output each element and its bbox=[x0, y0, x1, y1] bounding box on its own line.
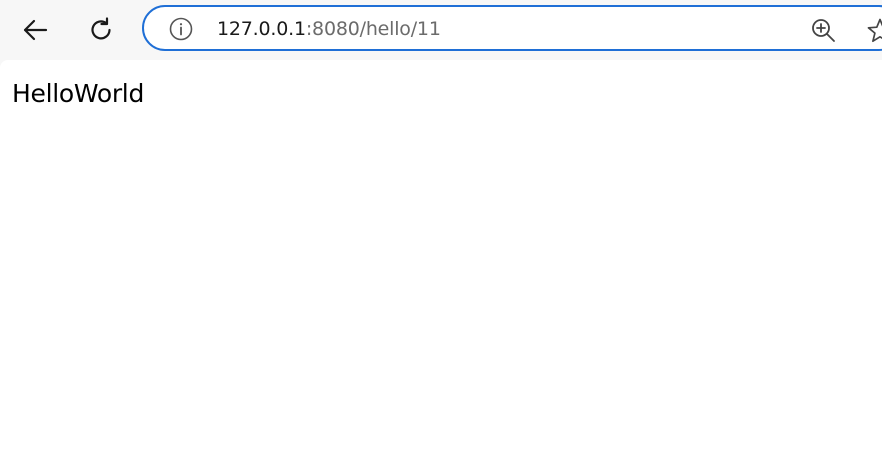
zoom-in-icon[interactable] bbox=[810, 17, 836, 43]
address-bar[interactable]: 127.0.0.1:8080/hello/11 bbox=[142, 5, 882, 51]
url-path: :8080/hello/11 bbox=[305, 18, 441, 40]
reload-button[interactable] bbox=[82, 11, 120, 49]
page-content: HelloWorld bbox=[0, 60, 882, 465]
arrow-left-icon bbox=[23, 19, 48, 41]
page-body-text: HelloWorld bbox=[12, 79, 145, 108]
browser-toolbar: 127.0.0.1:8080/hello/11 bbox=[0, 0, 882, 60]
back-button[interactable] bbox=[16, 11, 54, 49]
star-icon[interactable] bbox=[866, 17, 882, 45]
url-host: 127.0.0.1 bbox=[217, 18, 306, 40]
info-icon[interactable] bbox=[169, 17, 193, 41]
url-text[interactable]: 127.0.0.1:8080/hello/11 bbox=[217, 18, 441, 40]
reload-icon bbox=[91, 17, 111, 40]
